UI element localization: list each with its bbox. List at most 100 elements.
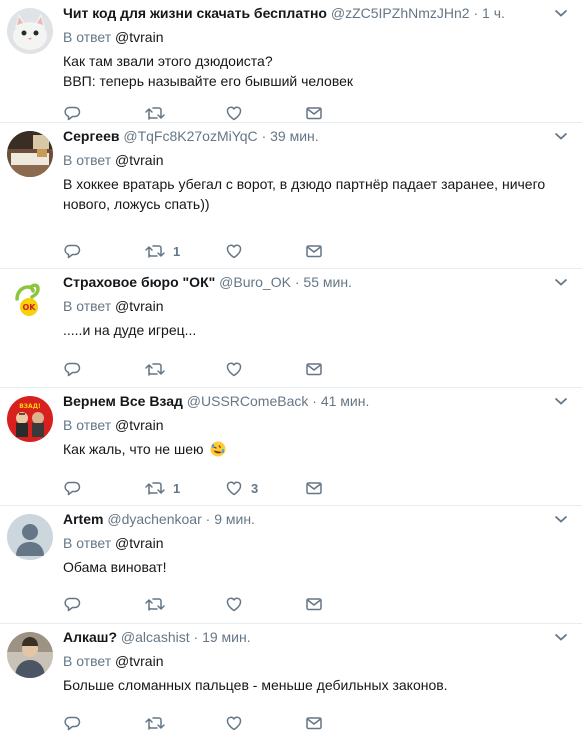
direct-message-button[interactable] [305, 241, 323, 261]
avatar[interactable] [7, 514, 53, 560]
retweet-count: 1 [173, 243, 181, 259]
tweet-item[interactable]: Алкаш? @alcashist · 19 мин. В ответ @tvr… [0, 624, 582, 740]
chevron-down-icon[interactable] [554, 131, 568, 141]
reply-button[interactable] [63, 359, 81, 379]
avatar[interactable]: ВЗАД! [7, 396, 53, 442]
like-icon [226, 716, 242, 731]
mention-link[interactable]: @tvrain [115, 298, 163, 314]
tweet-text: Как там звали этого дзюдоиста? ВВП: тепе… [63, 51, 552, 91]
timestamp[interactable]: 19 мин. [202, 629, 251, 645]
action-bar [63, 713, 363, 733]
direct-message-button[interactable] [305, 594, 323, 614]
avatar[interactable]: OK [7, 277, 53, 323]
timestamp[interactable]: 41 мин. [321, 393, 370, 409]
avatar[interactable] [7, 131, 53, 177]
separator-dot: · [205, 511, 211, 527]
avatar[interactable] [7, 632, 53, 678]
direct-message-button[interactable] [305, 359, 323, 379]
retweet-icon [145, 107, 165, 120]
reply-button[interactable] [63, 594, 81, 614]
display-name[interactable]: Вернем Все Взад [63, 393, 183, 409]
retweet-button[interactable]: 1 [145, 241, 180, 261]
display-name[interactable]: Artem [63, 511, 103, 527]
display-name[interactable]: Чит код для жизни скачать бесплатно [63, 5, 327, 21]
reply-prefix: В ответ [63, 417, 112, 433]
like-button[interactable] [225, 713, 251, 733]
like-count: 3 [251, 480, 259, 496]
tweet-text-line: Как жаль, что не шею [63, 439, 552, 459]
mention-link[interactable]: @tvrain [115, 152, 163, 168]
like-button[interactable]: 3 [225, 478, 258, 498]
tweet-item[interactable]: ВЗАД! Вернем Все Взад @USSRComeBack · 41… [0, 388, 582, 506]
user-handle[interactable]: @TqFc8K27ozMiYqC [123, 128, 257, 144]
separator-dot: · [294, 274, 300, 290]
separator-dot: · [193, 629, 199, 645]
action-bar [63, 359, 363, 379]
reply-button[interactable] [63, 103, 81, 123]
retweet-button[interactable] [145, 713, 173, 733]
tweet-header: Сергеев @TqFc8K27ozMiYqC · 39 мин. [63, 127, 319, 145]
direct-message-button[interactable] [305, 478, 323, 498]
tweet-header: Чит код для жизни скачать бесплатно @zZC… [63, 4, 505, 22]
retweet-button[interactable] [145, 359, 173, 379]
tweet-header: Алкаш? @alcashist · 19 мин. [63, 628, 251, 646]
action-bar [63, 103, 363, 123]
reply-button[interactable] [63, 713, 81, 733]
like-icon [226, 481, 242, 496]
reply-icon [64, 716, 81, 731]
tweet-item[interactable]: Чит код для жизни скачать бесплатно @zZC… [0, 0, 582, 123]
retweet-button[interactable] [145, 594, 173, 614]
tweet-header: Вернем Все Взад @USSRComeBack · 41 мин. [63, 392, 369, 410]
timestamp[interactable]: 55 мин. [303, 274, 352, 290]
like-icon [226, 597, 242, 612]
like-button[interactable] [225, 594, 251, 614]
chevron-down-icon[interactable] [554, 632, 568, 642]
tweet-text: Обама виноват! [63, 557, 552, 577]
svg-text:ВЗАД!: ВЗАД! [19, 403, 41, 410]
chevron-down-icon[interactable] [554, 8, 568, 18]
display-name[interactable]: Страховое бюро "ОК" [63, 274, 215, 290]
reply-button[interactable] [63, 478, 81, 498]
timestamp[interactable]: 1 ч. [482, 5, 505, 21]
tweet-item[interactable]: Artem @dyachenkoar · 9 мин. В ответ @tvr… [0, 506, 582, 624]
retweet-button[interactable]: 1 [145, 478, 180, 498]
tweet-text: .....и на дуде игрец... [63, 320, 552, 340]
display-name[interactable]: Алкаш? [63, 629, 117, 645]
timestamp[interactable]: 39 мин. [270, 128, 319, 144]
tweet-item[interactable]: OK Страховое бюро "ОК" @Buro_OK · 55 мин… [0, 269, 582, 388]
reply-button[interactable] [63, 241, 81, 261]
reply-icon [64, 244, 81, 259]
user-handle[interactable]: @Buro_OK [219, 274, 291, 290]
tweet-item[interactable]: Сергеев @TqFc8K27ozMiYqC · 39 мин. В отв… [0, 123, 582, 269]
direct-message-button[interactable] [305, 713, 323, 733]
like-button[interactable] [225, 103, 251, 123]
reply-feed: Чит код для жизни скачать бесплатно @zZC… [0, 0, 582, 740]
user-handle[interactable]: @alcashist [121, 629, 190, 645]
chevron-down-icon[interactable] [554, 277, 568, 287]
separator-dot: · [312, 393, 317, 409]
user-handle[interactable]: @zZC5IPZhNmzJHn2 [331, 5, 470, 21]
tweet-text-line: Как там звали этого дзюдоиста? [63, 53, 273, 69]
avatar[interactable] [7, 8, 53, 54]
user-handle[interactable]: @USSRComeBack [187, 393, 309, 409]
action-bar: 1 [63, 241, 363, 261]
direct-message-button[interactable] [305, 103, 323, 123]
tweet-text-line: ВВП: теперь называйте его бывший человек [63, 73, 354, 89]
chevron-down-icon[interactable] [554, 396, 568, 406]
mention-link[interactable]: @tvrain [115, 29, 163, 45]
user-handle[interactable]: @dyachenkoar [107, 511, 201, 527]
reply-context: В ответ @tvrain [63, 28, 163, 46]
tweet-text-line: .....и на дуде игрец... [63, 322, 197, 338]
mention-link[interactable]: @tvrain [115, 653, 163, 669]
mention-link[interactable]: @tvrain [115, 417, 163, 433]
chevron-down-icon[interactable] [554, 514, 568, 524]
direct-message-icon [306, 482, 322, 495]
separator-dot: · [473, 5, 479, 21]
mention-link[interactable]: @tvrain [115, 535, 163, 551]
action-bar: 1 3 [63, 478, 363, 498]
retweet-button[interactable] [145, 103, 173, 123]
display-name[interactable]: Сергеев [63, 128, 119, 144]
like-button[interactable] [225, 241, 251, 261]
like-button[interactable] [225, 359, 251, 379]
timestamp[interactable]: 9 мин. [214, 511, 255, 527]
